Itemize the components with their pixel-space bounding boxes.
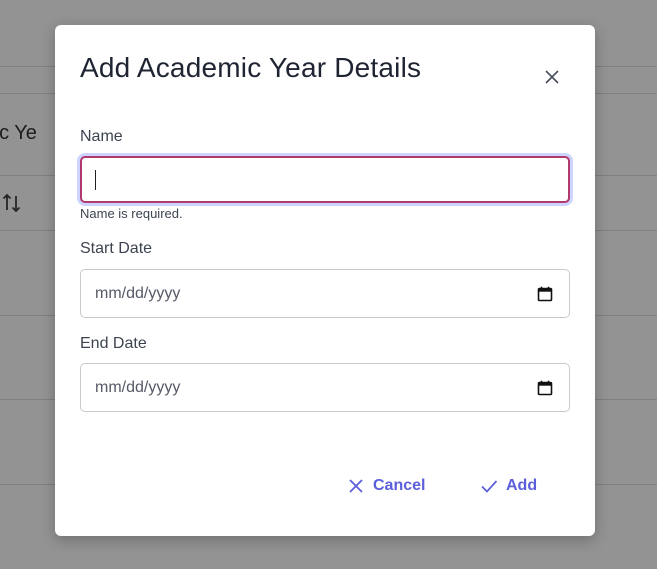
name-label: Name [80,128,123,145]
x-icon [347,477,365,495]
close-icon [545,70,559,84]
dialog-title: Add Academic Year Details [80,52,422,83]
add-academic-year-dialog: Add Academic Year Details Name Name is r… [55,25,595,536]
start-date-placeholder: mm/dd/yyyy [95,284,181,302]
end-date-input[interactable]: mm/dd/yyyy [80,363,570,412]
text-caret [95,169,96,190]
name-error-message: Name is required. [80,206,183,221]
add-button[interactable]: Add [480,473,537,499]
calendar-icon[interactable] [536,285,554,303]
end-date-label: End Date [80,335,147,352]
start-date-label: Start Date [80,240,153,257]
cancel-label: Cancel [373,477,426,494]
cancel-button[interactable]: Cancel [347,473,425,499]
close-button[interactable] [541,66,563,88]
name-input[interactable] [80,156,570,203]
start-date-input[interactable]: mm/dd/yyyy [80,269,570,318]
add-label: Add [506,477,538,494]
check-icon [480,477,498,495]
end-date-placeholder: mm/dd/yyyy [95,378,181,396]
calendar-icon[interactable] [536,379,554,397]
